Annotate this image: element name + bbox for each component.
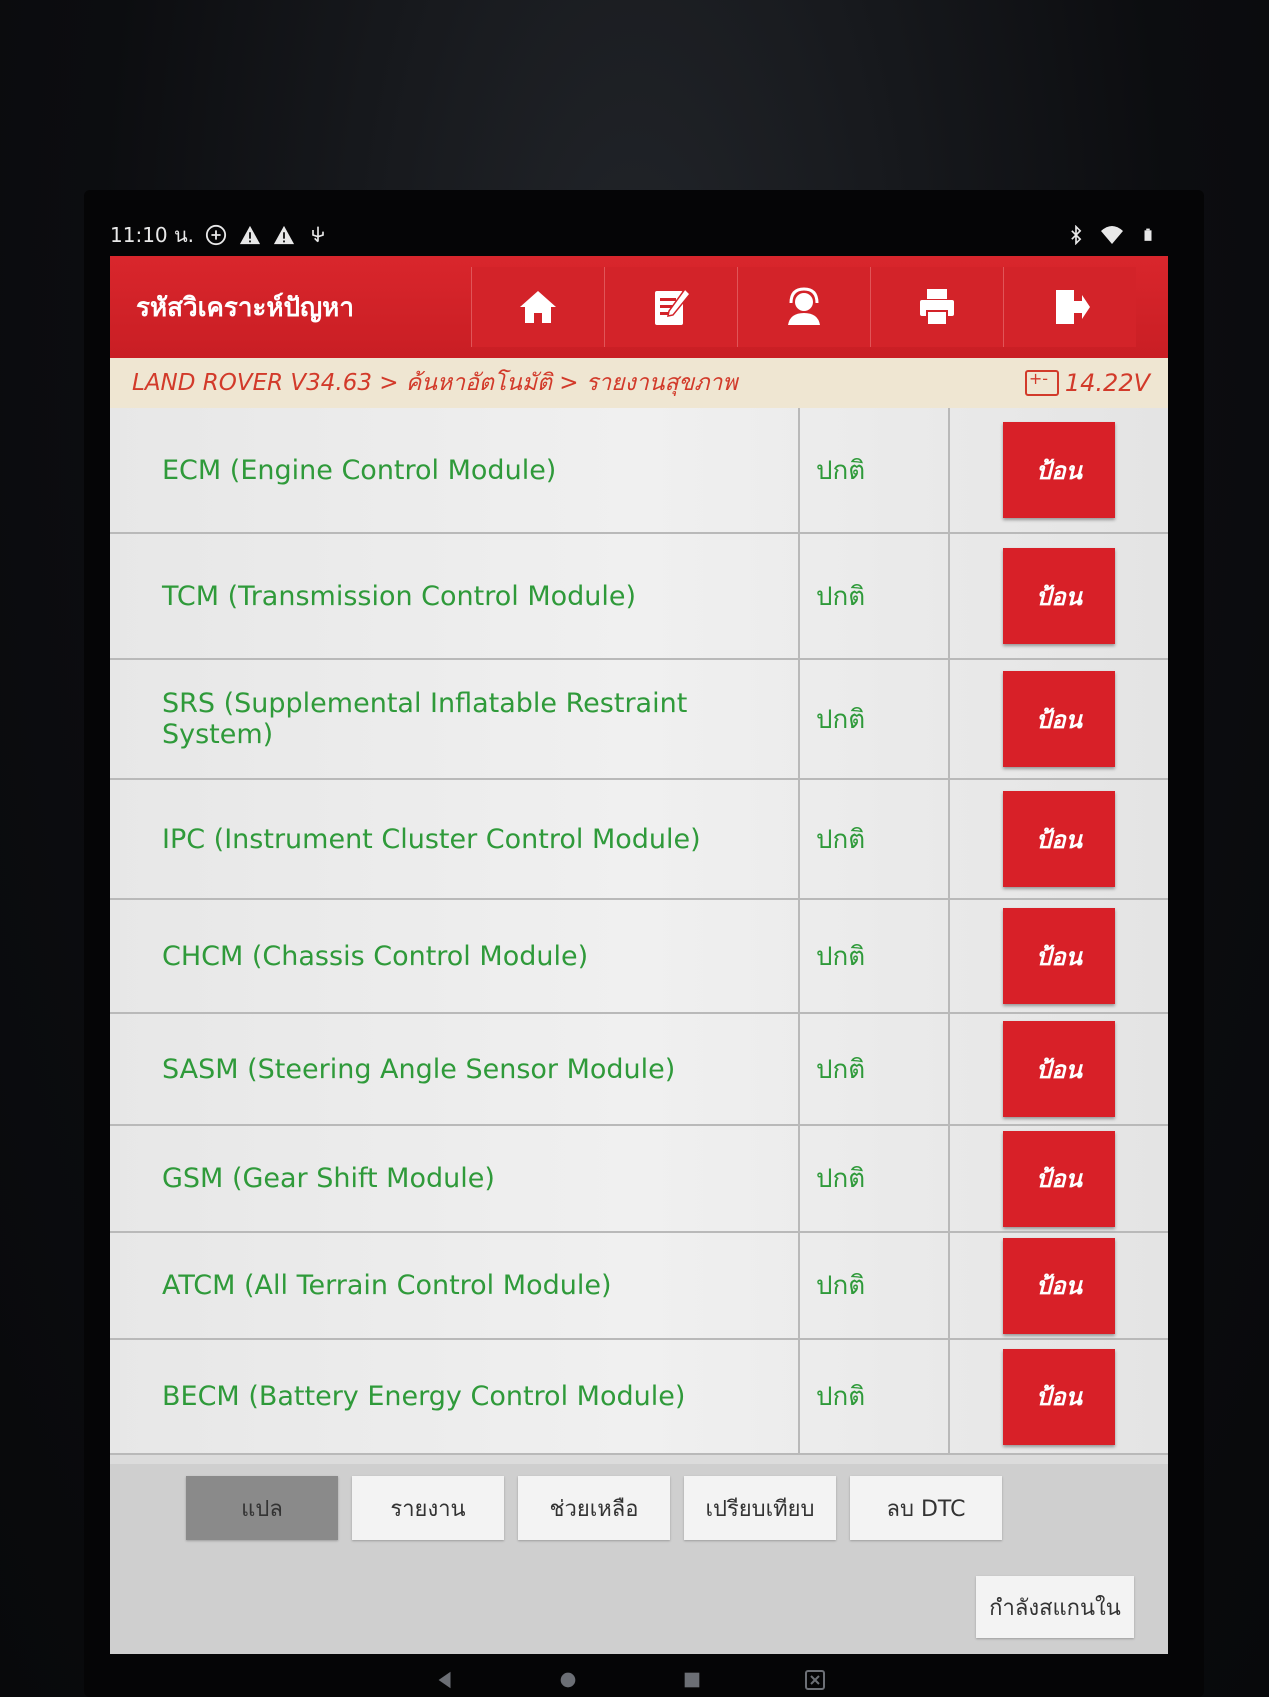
module-row: ATCM (All Terrain Control Module) ปกติ ป… [110, 1233, 1168, 1340]
module-row: SASM (Steering Angle Sensor Module) ปกติ… [110, 1014, 1168, 1126]
home-nav-icon[interactable] [553, 1668, 583, 1692]
edit-button[interactable] [604, 267, 737, 347]
app-screen: รหัสวิเคราะห์ปัญหา LAND ROVER V34.63 > ค… [110, 256, 1168, 1654]
enter-button[interactable]: ป้อน [1003, 1021, 1115, 1117]
module-row: SRS (Supplemental Inflatable Restraint S… [110, 660, 1168, 780]
module-status: ปกติ [800, 780, 950, 898]
module-status: ปกติ [800, 534, 950, 658]
car-battery-icon [1024, 369, 1059, 396]
breadcrumb: LAND ROVER V34.63 > ค้นหาอัตโนมัติ > ราย… [132, 370, 738, 396]
module-name: TCM (Transmission Control Module) [110, 534, 800, 658]
enter-button[interactable]: ป้อน [1003, 791, 1115, 887]
bluetooth-icon [1064, 223, 1088, 247]
module-status: ปกติ [800, 900, 950, 1012]
enter-button[interactable]: ป้อน [1003, 908, 1115, 1004]
module-name: ATCM (All Terrain Control Module) [110, 1233, 800, 1338]
warning-icon [238, 223, 262, 247]
app-header: รหัสวิเคราะห์ปัญหา [110, 256, 1168, 358]
module-row: ECM (Engine Control Module) ปกติ ป้อน [110, 408, 1168, 534]
module-name: CHCM (Chassis Control Module) [110, 900, 800, 1012]
exit-icon [1056, 290, 1090, 324]
module-list: ECM (Engine Control Module) ปกติ ป้อน TC… [110, 408, 1168, 1455]
module-status: ปกติ [800, 1233, 950, 1338]
module-name: IPC (Instrument Cluster Control Module) [110, 780, 800, 898]
voltage-indicator: 14.22V [1024, 369, 1150, 397]
enter-button[interactable]: ป้อน [1003, 1348, 1115, 1445]
home-icon [520, 291, 556, 323]
enter-button[interactable]: ป้อน [1003, 548, 1115, 644]
module-name: SRS (Supplemental Inflatable Restraint S… [110, 660, 800, 778]
support-button[interactable] [737, 267, 870, 347]
clear-dtc-button[interactable]: ลบ DTC [850, 1476, 1002, 1540]
battery-icon [1136, 223, 1160, 247]
module-status: ปกติ [800, 408, 950, 532]
help-button[interactable]: ช่วยเหลือ [518, 1476, 670, 1540]
screenshot-icon[interactable] [800, 1668, 830, 1692]
module-row: GSM (Gear Shift Module) ปกติ ป้อน [110, 1126, 1168, 1233]
module-name: BECM (Battery Energy Control Module) [110, 1340, 800, 1453]
edit-icon [655, 287, 692, 325]
module-row: TCM (Transmission Control Module) ปกติ ป… [110, 534, 1168, 660]
clock: 11:10 น. [110, 223, 195, 247]
android-status-bar: 11:10 น. [110, 215, 1160, 255]
bottom-tabs: แปล รายงาน ช่วยเหลือ เปรียบเทียบ ลบ DTC [186, 1476, 1002, 1540]
recents-icon[interactable] [677, 1668, 707, 1692]
module-status: ปกติ [800, 1014, 950, 1124]
voltage-value: 14.22V [1064, 369, 1150, 397]
toolbar [471, 267, 1136, 347]
scanning-button[interactable]: กำลังสแกนใน [976, 1576, 1134, 1638]
warning-icon [272, 223, 296, 247]
home-button[interactable] [471, 267, 604, 347]
bottom-action-bar: แปล รายงาน ช่วยเหลือ เปรียบเทียบ ลบ DTC … [110, 1464, 1168, 1654]
enter-button[interactable]: ป้อน [1003, 1237, 1115, 1334]
support-icon [788, 287, 820, 325]
page-title: รหัสวิเคราะห์ปัญหา [136, 292, 354, 323]
enter-button[interactable]: ป้อน [1003, 671, 1115, 767]
usb-icon [306, 223, 330, 247]
module-name: GSM (Gear Shift Module) [110, 1126, 800, 1231]
module-name: ECM (Engine Control Module) [110, 408, 800, 532]
compare-button[interactable]: เปรียบเทียบ [684, 1476, 836, 1540]
notification-icon [204, 223, 228, 247]
wifi-icon [1100, 223, 1124, 247]
module-status: ปกติ [800, 660, 950, 778]
module-name: SASM (Steering Angle Sensor Module) [110, 1014, 800, 1124]
translate-button[interactable]: แปล [186, 1476, 338, 1540]
module-row: BECM (Battery Energy Control Module) ปกต… [110, 1340, 1168, 1455]
module-row: IPC (Instrument Cluster Control Module) … [110, 780, 1168, 900]
module-row: CHCM (Chassis Control Module) ปกติ ป้อน [110, 900, 1168, 1014]
module-status: ปกติ [800, 1340, 950, 1453]
android-nav-bar [430, 1665, 830, 1695]
breadcrumb-bar: LAND ROVER V34.63 > ค้นหาอัตโนมัติ > ราย… [110, 358, 1168, 408]
module-status: ปกติ [800, 1126, 950, 1231]
report-button[interactable]: รายงาน [352, 1476, 504, 1540]
enter-button[interactable]: ป้อน [1003, 1130, 1115, 1227]
back-icon[interactable] [430, 1668, 460, 1692]
print-icon [920, 289, 954, 326]
exit-button[interactable] [1003, 267, 1136, 347]
enter-button[interactable]: ป้อน [1003, 422, 1115, 518]
print-button[interactable] [870, 267, 1003, 347]
